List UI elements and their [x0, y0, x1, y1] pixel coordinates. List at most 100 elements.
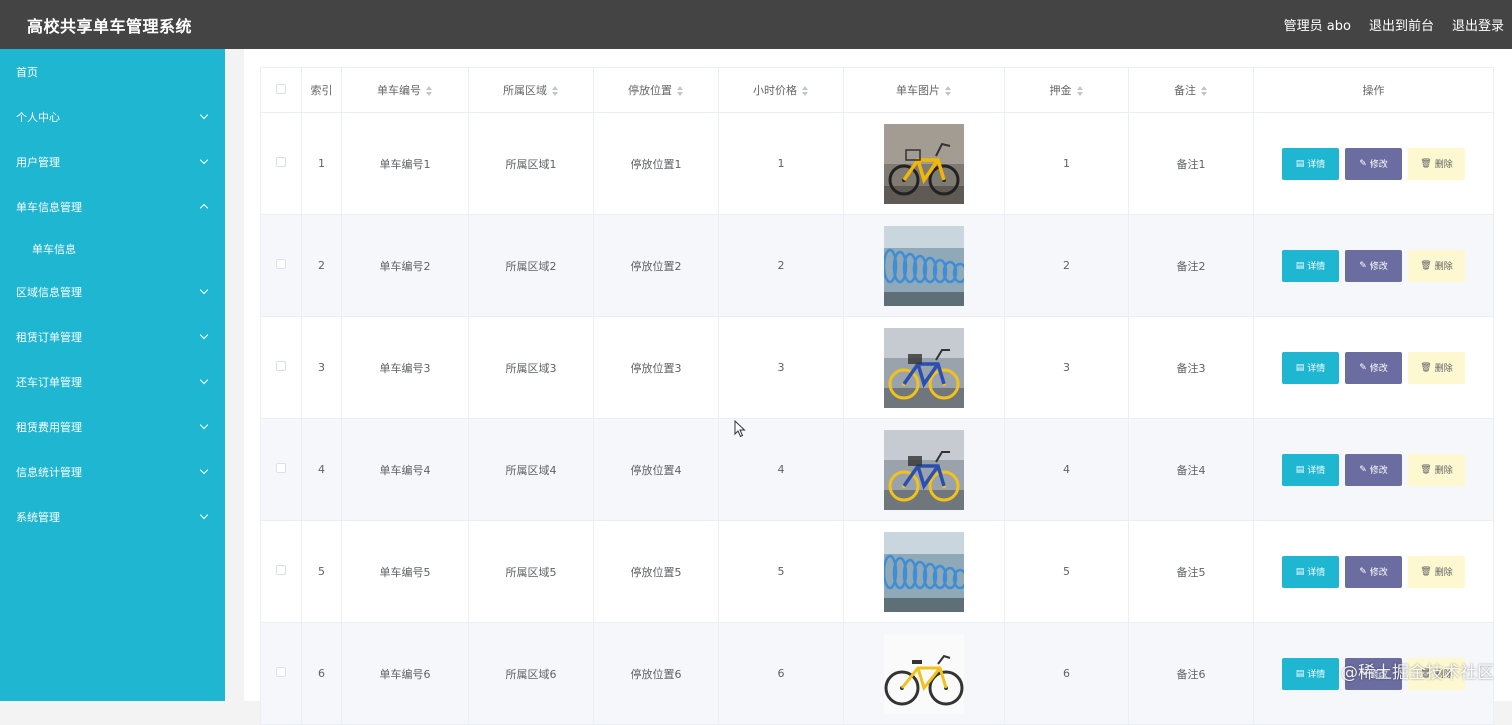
sidebar-item-3[interactable]: 单车信息管理: [0, 184, 225, 229]
sidebar-item-1[interactable]: 个人中心: [0, 94, 225, 139]
detail-button[interactable]: ▤详情: [1282, 250, 1339, 282]
table-row[interactable]: 1 单车编号1 所属区域1 停放位置1 1 1 备注1 ▤详情 ✎修改 🗑删除: [261, 113, 1494, 215]
row-checkbox[interactable]: [276, 361, 286, 371]
row-select-cell[interactable]: [261, 419, 302, 521]
document-icon: ▤: [1296, 363, 1305, 373]
bike-image[interactable]: [884, 667, 964, 680]
bike-image[interactable]: [884, 361, 964, 374]
cell-index: 4: [302, 419, 342, 521]
to-front-link[interactable]: 退出到前台: [1369, 15, 1434, 34]
table-row[interactable]: 5 单车编号5 所属区域5 停放位置5 5 5 备注5 ▤详情 ✎修改 🗑删除: [261, 521, 1494, 623]
detail-button[interactable]: ▤详情: [1282, 148, 1339, 180]
edit-icon: ✎: [1359, 261, 1367, 271]
cell-index: 2: [302, 215, 342, 317]
bike-image[interactable]: [884, 259, 964, 272]
sidebar-item-2[interactable]: 用户管理: [0, 139, 225, 184]
edit-button[interactable]: ✎修改: [1345, 250, 1402, 282]
cell-note: 备注4: [1129, 419, 1254, 521]
row-checkbox[interactable]: [276, 667, 286, 677]
delete-button[interactable]: 🗑删除: [1408, 250, 1465, 282]
sidebar-item-label: 区域信息管理: [16, 284, 82, 300]
header-actions: 操作: [1254, 68, 1494, 113]
cell-location: 停放位置3: [594, 317, 719, 419]
delete-button[interactable]: 🗑 删除: [1408, 556, 1465, 588]
delete-label: 删除: [1435, 565, 1453, 578]
select-all-checkbox[interactable]: [276, 84, 286, 94]
row-checkbox[interactable]: [276, 565, 286, 575]
sort-icon[interactable]: [945, 86, 952, 96]
trash-icon: 🗑: [1420, 567, 1431, 577]
sidebar-item-label: 系统管理: [16, 509, 60, 525]
sidebar-item-10[interactable]: 系统管理: [0, 494, 225, 539]
edit-button[interactable]: ✎修改: [1345, 352, 1402, 384]
table-row[interactable]: 6 单车编号6 所属区域6 停放位置6 6 6 备注6 ▤详情 ✎修改 🗑删除: [261, 623, 1494, 725]
header-code[interactable]: 单车编号: [342, 68, 469, 113]
row-checkbox[interactable]: [276, 157, 286, 167]
edit-icon: ✎: [1359, 567, 1367, 577]
sort-icon[interactable]: [802, 86, 809, 96]
trash-icon: 🗑: [1420, 363, 1431, 373]
edit-label: 修改: [1370, 565, 1388, 578]
edit-button[interactable]: ✎修改: [1345, 556, 1402, 588]
cell-deposit: 2: [1005, 215, 1129, 317]
sort-icon[interactable]: [1077, 86, 1084, 96]
cell-code: 单车编号3: [342, 317, 469, 419]
row-select-cell[interactable]: [261, 113, 302, 215]
delete-button[interactable]: 🗑删除: [1408, 148, 1465, 180]
sidebar-item-6[interactable]: 租赁订单管理: [0, 314, 225, 359]
cell-price: 3: [719, 317, 844, 419]
row-select-cell[interactable]: [261, 521, 302, 623]
logout-link[interactable]: 退出登录: [1452, 15, 1504, 34]
edit-button[interactable]: ✎修改: [1345, 148, 1402, 180]
sidebar-item-4[interactable]: 单车信息: [0, 229, 225, 269]
cell-note: 备注6: [1129, 623, 1254, 725]
row-select-cell[interactable]: [261, 623, 302, 725]
sort-icon[interactable]: [1201, 86, 1208, 96]
bike-image[interactable]: [884, 463, 964, 476]
header-deposit[interactable]: 押金: [1005, 68, 1129, 113]
bike-image[interactable]: [884, 565, 964, 578]
document-icon: ▤: [1296, 669, 1305, 679]
row-select-cell[interactable]: [261, 215, 302, 317]
delete-button[interactable]: 🗑删除: [1408, 352, 1465, 384]
detail-label: 详情: [1307, 667, 1325, 680]
sidebar-item-8[interactable]: 租赁费用管理: [0, 404, 225, 449]
edit-icon: ✎: [1359, 465, 1367, 475]
edit-label: 修改: [1370, 361, 1388, 374]
header-area[interactable]: 所属区域: [469, 68, 594, 113]
header-note[interactable]: 备注: [1129, 68, 1254, 113]
row-select-cell[interactable]: [261, 317, 302, 419]
detail-button[interactable]: ▤详情: [1282, 352, 1339, 384]
detail-button[interactable]: ▤详情: [1282, 658, 1339, 690]
sort-icon[interactable]: [677, 86, 684, 96]
cell-deposit: 5: [1005, 521, 1129, 623]
sort-icon[interactable]: [552, 86, 559, 96]
select-all-cell[interactable]: [261, 68, 302, 113]
header-location[interactable]: 停放位置: [594, 68, 719, 113]
sidebar-item-5[interactable]: 区域信息管理: [0, 269, 225, 314]
edit-label: 修改: [1370, 259, 1388, 272]
detail-button[interactable]: ▤详情: [1282, 556, 1339, 588]
bike-image[interactable]: [884, 157, 964, 170]
main-area: 索引 单车编号 所属区域 停放位置 小时价格 单车图片 押金 备注 操作 1 单…: [225, 49, 1512, 701]
header-price[interactable]: 小时价格: [719, 68, 844, 113]
cell-code: 单车编号5: [342, 521, 469, 623]
sidebar-item-0[interactable]: 首页: [0, 49, 225, 94]
header-image[interactable]: 单车图片: [844, 68, 1005, 113]
cell-note: 备注5: [1129, 521, 1254, 623]
edit-button[interactable]: ✎修改: [1345, 454, 1402, 486]
table-row[interactable]: 4 单车编号4 所属区域4 停放位置4 4 4 备注4 ▤详情 ✎修改 🗑删除: [261, 419, 1494, 521]
sidebar-item-label: 租赁订单管理: [16, 329, 82, 345]
row-checkbox[interactable]: [276, 259, 286, 269]
delete-button[interactable]: 🗑删除: [1408, 454, 1465, 486]
detail-button[interactable]: ▤详情: [1282, 454, 1339, 486]
table-row[interactable]: 2 单车编号2 所属区域2 停放位置2 2 2 备注2 ▤详情 ✎修改 🗑删除: [261, 215, 1494, 317]
sort-icon[interactable]: [426, 86, 433, 96]
table-row[interactable]: 3 单车编号3 所属区域3 停放位置3 3 3 备注3 ▤详情 ✎修改 🗑删除: [261, 317, 1494, 419]
row-checkbox[interactable]: [276, 463, 286, 473]
sidebar-item-7[interactable]: 还车订单管理: [0, 359, 225, 404]
chevron-up-icon: [200, 204, 208, 212]
trash-icon: 🗑: [1420, 261, 1431, 271]
cell-location: 停放位置5: [594, 521, 719, 623]
sidebar-item-9[interactable]: 信息统计管理: [0, 449, 225, 494]
